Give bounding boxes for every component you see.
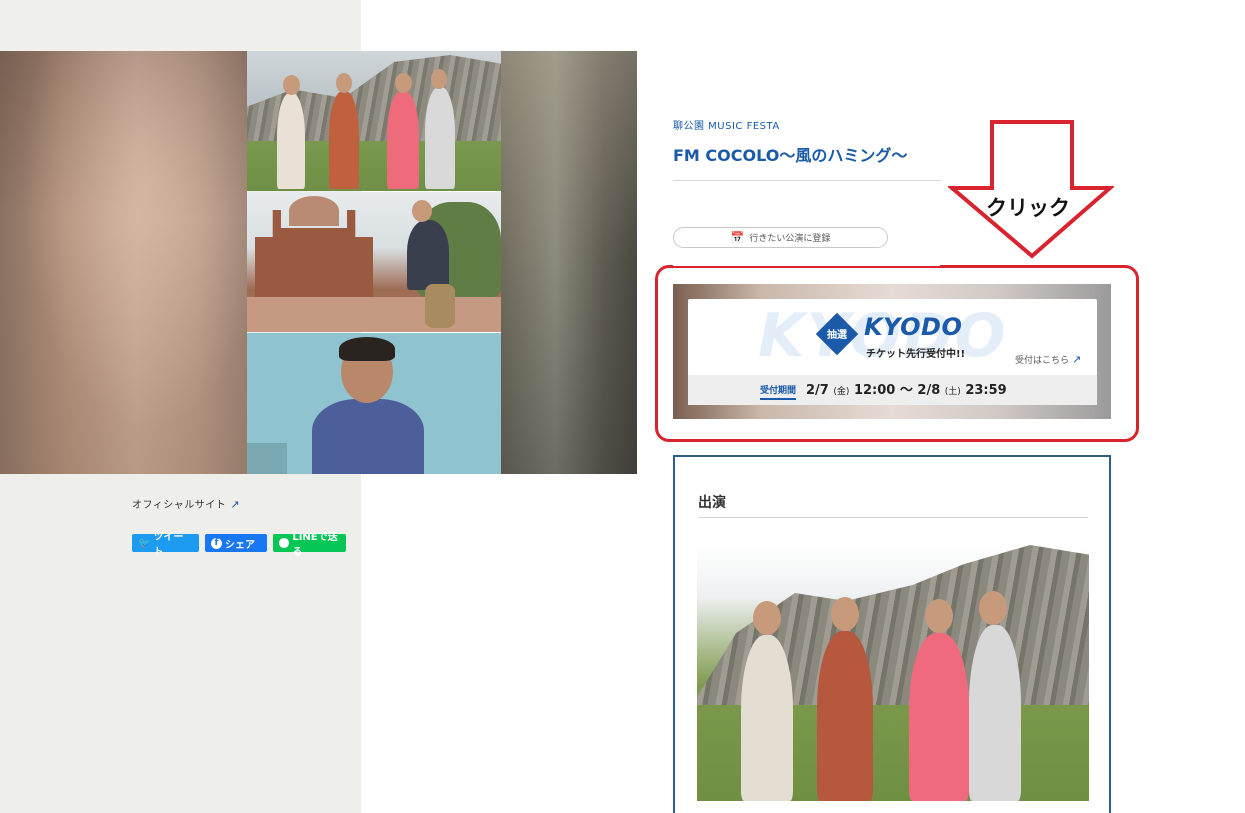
- line-share-button[interactable]: LINEで送る: [273, 532, 346, 558]
- end-date: 2/8: [917, 383, 941, 398]
- twitter-bird-icon: 🐦: [138, 537, 151, 549]
- date-separator: 〜: [899, 383, 913, 398]
- person-head: [395, 73, 412, 93]
- ticket-banner-card: KYODO 抽選 KYODO チケット先行受付中!! 受付はこちら ↗ 受付期間 …: [688, 299, 1097, 405]
- facebook-icon: f: [211, 537, 222, 549]
- register-wishlist-label: 行きたい公演に登録: [749, 234, 831, 244]
- person-head: [412, 200, 432, 222]
- hero-photo-solo-1: [247, 192, 501, 332]
- accept-here-label: 受付はこちら: [1015, 356, 1070, 366]
- line-icon: [279, 538, 290, 548]
- highlight-frame-gap: [673, 263, 940, 266]
- lottery-badge: 抽選: [815, 312, 859, 356]
- person-head: [925, 599, 953, 633]
- person: [329, 91, 359, 189]
- person: [312, 399, 424, 474]
- person: [277, 93, 305, 189]
- person: [969, 625, 1021, 801]
- title-divider: [673, 180, 941, 181]
- person: [817, 631, 873, 801]
- start-time: 12:00: [853, 383, 896, 398]
- person: [741, 635, 793, 801]
- facebook-share-label: シェア: [225, 539, 255, 551]
- hero-blur-left: [0, 51, 247, 474]
- person-head: [431, 69, 447, 89]
- cast-divider: [698, 517, 1088, 518]
- external-link-icon: ↗: [1072, 353, 1082, 366]
- person-head: [979, 591, 1007, 625]
- building-dome: [289, 196, 339, 226]
- person-head: [283, 75, 300, 95]
- click-annotation: クリック: [986, 196, 1070, 220]
- start-day: (金): [833, 387, 850, 397]
- calendar-heart-icon: 📅: [730, 231, 745, 244]
- left-top-strip: [0, 0, 361, 51]
- accept-here-link[interactable]: 受付はこちら ↗: [1015, 353, 1081, 366]
- end-day: (土): [944, 387, 961, 397]
- period-label: 受付期間: [760, 383, 797, 400]
- tweet-label: ツイート: [153, 532, 184, 558]
- ticket-banner[interactable]: KYODO 抽選 KYODO チケット先行受付中!! 受付はこちら ↗ 受付期間 …: [673, 284, 1111, 419]
- cast-section: 出演: [673, 455, 1111, 813]
- person-head: [831, 597, 859, 631]
- event-category: 聊公園 MUSIC FESTA: [673, 121, 780, 132]
- garden-path: [247, 297, 501, 332]
- arrow-down-icon: [948, 120, 1114, 259]
- arrow-shape: [948, 120, 1114, 259]
- period-dates: 2/7 (金) 12:00 〜 2/8 (土) 23:59: [806, 379, 1007, 398]
- person: [909, 633, 969, 801]
- person-head: [336, 73, 352, 93]
- person: [425, 87, 455, 189]
- lottery-label: 抽選: [827, 330, 847, 341]
- official-site-link[interactable]: オフィシャルサイト ↗: [132, 496, 240, 511]
- hero-visual: [0, 51, 637, 474]
- start-date: 2/7: [806, 383, 829, 398]
- official-site-label: オフィシャルサイト: [132, 500, 227, 511]
- person: [407, 220, 449, 290]
- tweet-button[interactable]: 🐦 ツイート: [132, 532, 199, 558]
- person-legs: [425, 284, 455, 328]
- external-link-icon: ↗: [230, 498, 241, 511]
- door: [247, 443, 287, 474]
- line-share-label: LINEで送る: [292, 532, 338, 558]
- cast-title: 出演: [698, 495, 726, 511]
- kyodo-logo: KYODO: [864, 313, 963, 341]
- page: オフィシャルサイト ↗ 🐦 ツイート f シェア LINEで送る 聊公園 MUSI…: [0, 0, 1245, 813]
- person: [387, 91, 419, 189]
- presale-text: チケット先行受付中!!: [866, 349, 966, 360]
- register-wishlist-button[interactable]: 📅 行きたい公演に登録: [673, 227, 888, 248]
- hair: [339, 337, 395, 361]
- hero-photo-group: [247, 51, 501, 191]
- hero-photo-solo-2: [247, 333, 501, 474]
- person-head: [753, 601, 781, 635]
- facebook-share-button[interactable]: f シェア: [205, 534, 267, 552]
- cast-photo: [697, 545, 1089, 801]
- share-buttons: 🐦 ツイート f シェア LINEで送る: [132, 532, 346, 558]
- hero-blur-right: [501, 51, 637, 474]
- event-title: FM COCOLO〜風のハミング〜: [673, 146, 908, 165]
- end-time: 23:59: [965, 383, 1007, 398]
